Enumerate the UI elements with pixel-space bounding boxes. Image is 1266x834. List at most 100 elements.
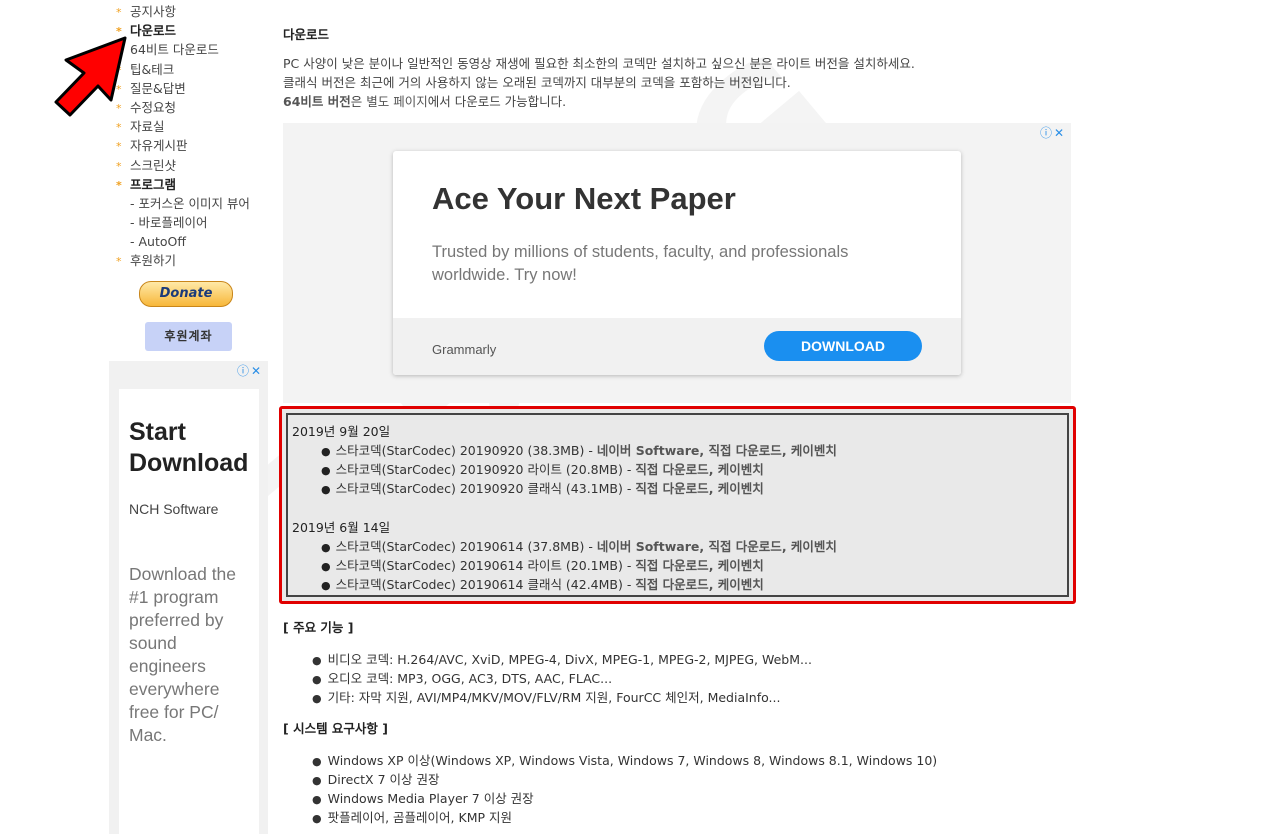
nav-label[interactable]: 팁&테크 [130,62,174,77]
arrow-pointer-icon [54,36,127,117]
adchoices-icon[interactable]: ⓘ✕ [1040,124,1066,141]
bullet-icon: ● [321,464,331,477]
nav-label[interactable]: 후원하기 [130,253,176,268]
bullet-icon: ● [312,654,322,667]
nav-label[interactable]: 질문&답변 [130,81,186,96]
nav-label[interactable]: 자료실 [130,119,165,134]
requirement-text: DirectX 7 이상 권장 [327,772,440,787]
nav-subitem-autooff[interactable]: - AutoOff [116,232,250,251]
intro-line-3: 64비트 버전은 별도 페이지에서 다운로드 가능합니다. [283,92,915,111]
nav-item-notice[interactable]: * 공지사항 [116,2,250,21]
feature-item: ● 비디오 코덱: H.264/AVC, XviD, MPEG-4, DivX, … [312,649,812,668]
main-ad[interactable]: ⓘ✕ Ace Your Next Paper Trusted by millio… [283,123,1071,403]
bullet-icon: ● [321,579,331,592]
requirement-text: Windows Media Player 7 이상 권장 [327,791,534,806]
sidebar-ad-body: Download the #1 program preferred by sou… [129,564,237,745]
requirement-item: ● 팟플레이어, 곰플레이어, KMP 지원 [312,807,512,826]
kbench-link[interactable]: 케이벤치 [718,577,764,592]
kbench-link[interactable]: 케이벤치 [718,481,764,496]
nav-label[interactable]: 자유게시판 [130,138,188,153]
release-item-text: 스타코덱(StarCodec) 20190614 (37.8MB) - [335,539,597,554]
feature-item: ● 기타: 자막 지원, AVI/MP4/MKV/MOV/FLV/RM 지원, F… [312,687,780,706]
nav-item-qna[interactable]: * 질문&답변 [116,79,250,98]
nav-item-programs[interactable]: * 프로그램 [116,175,250,194]
page-title: 다운로드 [283,27,330,42]
direct-download-link[interactable]: 직접 다운로드 [635,558,708,573]
requirement-item: ● DirectX 7 이상 권장 [312,769,439,788]
release-item: ● 스타코덱(StarCodec) 20190614 클래식 (42.4MB) -… [321,577,764,592]
nav-item-download[interactable]: * 다운로드 [116,21,250,40]
requirement-text: Windows XP 이상(Windows XP, Windows Vista,… [327,753,938,768]
nav-item-archive[interactable]: * 자료실 [116,117,250,136]
sidebar-ad-card[interactable]: Start Download NCH Software Download the… [119,389,259,834]
requirement-item: ● Windows Media Player 7 이상 권장 [312,788,534,807]
nav-item-board[interactable]: * 자유게시판 [116,136,250,155]
star-icon: * [116,159,122,173]
release-item-text: 스타코덱(StarCodec) 20190614 클래식 (42.4MB) - [335,577,636,592]
release-date: 2019년 9월 20일 [292,424,391,439]
nav-label[interactable]: - AutoOff [130,234,186,249]
sponsor-account-button[interactable]: 후원계좌 [145,322,232,351]
nav-label[interactable]: 스크린샷 [130,158,176,173]
sidebar-ad[interactable]: ⓘ✕ Start Download NCH Software Download … [109,361,268,834]
release-item: ● 스타코덱(StarCodec) 20190920 라이트 (20.8MB) -… [321,462,764,477]
direct-download-link[interactable]: 직접 다운로드 [635,481,708,496]
intro-line-1: PC 사양이 낮은 분이나 일반적인 동영상 재생에 필요한 최소한의 코덱만 … [283,56,915,71]
main-ad-card[interactable]: Ace Your Next Paper Trusted by millions … [393,151,961,375]
feature-text: 기타: 자막 지원, AVI/MP4/MKV/MOV/FLV/RM 지원, Fo… [327,690,781,705]
nav-item-fix-request[interactable]: * 수정요청 [116,98,250,117]
release-item: ● 스타코덱(StarCodec) 20190920 클래식 (43.1MB) -… [321,481,764,496]
ad-headline: Ace Your Next Paper [432,181,736,216]
kbench-link[interactable]: 케이벤치 [718,558,764,573]
nav-item-tips[interactable]: *팁&테크 [116,60,250,79]
release-date: 2019년 6월 14일 [292,520,391,535]
ad-description: Trusted by millions of students, faculty… [432,243,849,284]
nav-label[interactable]: - 바로플레이어 [130,215,207,230]
sidebar: *공지사항 *다운로드 *64비트 다운로드 *팁&테크 *질문&답변 *수정요… [0,0,270,834]
nav-label[interactable]: 64비트 다운로드 [130,42,219,57]
star-icon: * [116,140,122,154]
intro-text: PC 사양이 낮은 분이나 일반적인 동영상 재생에 필요한 최소한의 코덱만 … [283,54,915,111]
donate-button[interactable]: Donate [139,281,233,307]
ad-footer: Grammarly DOWNLOAD [393,318,961,375]
bullet-icon: ● [321,560,331,573]
nav-subitem-focuson[interactable]: - 포커스온 이미지 뷰어 [116,194,250,213]
direct-download-link[interactable]: 직접 다운로드 [708,539,781,554]
kbench-link[interactable]: 케이벤치 [718,462,764,477]
sidebar-ad-title-line1: Start [129,418,186,446]
kbench-link[interactable]: 케이벤치 [791,539,837,554]
bullet-icon: ● [312,673,322,686]
requirements-heading: [ 시스템 요구사항 ] [283,721,388,736]
nav-item-sponsor[interactable]: * 후원하기 [116,251,250,270]
ad-download-button[interactable]: DOWNLOAD [764,331,922,361]
ad-brand: Grammarly [432,342,497,357]
separate-page-link[interactable]: 별도 페이지 [366,94,427,109]
nav-label[interactable]: - 포커스온 이미지 뷰어 [130,196,250,211]
direct-download-link[interactable]: 직접 다운로드 [708,443,781,458]
star-icon: * [116,121,122,135]
bullet-icon: ● [321,483,331,496]
features-heading: [ 주요 기능 ] [283,620,354,635]
nav-item-64bit-download[interactable]: *64비트 다운로드 [116,40,250,59]
adchoices-icon[interactable]: ⓘ✕ [237,362,263,379]
nav-label[interactable]: 수정요청 [130,100,176,115]
intro-line-2: 클래식 버전은 최근에 거의 사용하지 않는 오래된 코덱까지 대부분의 코덱을… [283,75,791,90]
bullet-icon: ● [312,692,322,705]
star-icon: * [116,255,122,269]
release-list: 2019년 9월 20일 ● 스타코덱(StarCodec) 20190920 (… [286,413,1069,597]
bullet-icon: ● [321,445,331,458]
sidebar-ad-brand: NCH Software [129,501,219,517]
direct-download-link[interactable]: 직접 다운로드 [635,577,708,592]
nav-item-screenshot[interactable]: * 스크린샷 [116,156,250,175]
nav-label[interactable]: 다운로드 [130,23,176,38]
nav-subitem-baroplayer[interactable]: - 바로플레이어 [116,213,250,232]
kbench-link[interactable]: 케이벤치 [791,443,837,458]
naver-software-link[interactable]: 네이버 Software [597,443,699,458]
direct-download-link[interactable]: 직접 다운로드 [635,462,708,477]
release-item-text: 스타코덱(StarCodec) 20190614 라이트 (20.1MB) - [335,558,636,573]
release-item-text: 스타코덱(StarCodec) 20190920 (38.3MB) - [335,443,597,458]
naver-software-link[interactable]: 네이버 Software [597,539,699,554]
nav-label[interactable]: 공지사항 [130,4,176,19]
nav-label[interactable]: 프로그램 [130,177,176,192]
requirement-item: ● Windows XP 이상(Windows XP, Windows Vista… [312,750,937,769]
